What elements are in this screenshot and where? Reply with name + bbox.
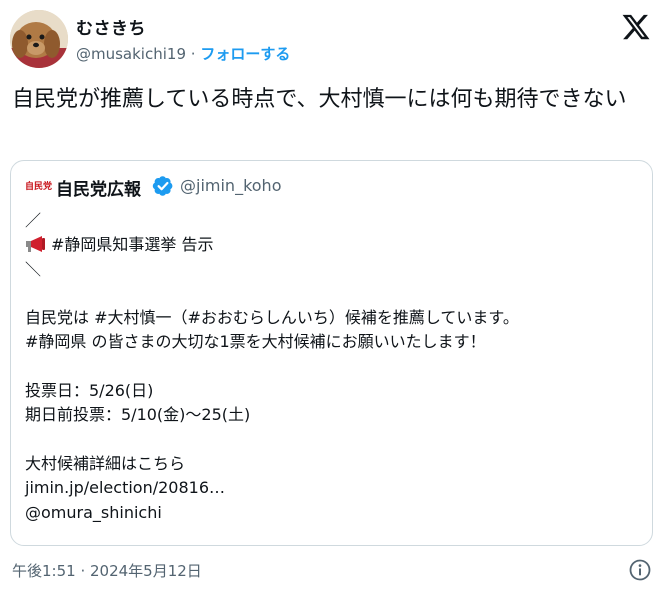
verified-badge-icon	[152, 176, 173, 196]
quote-line-early-voting: 期日前投票：5/10(金)〜25(土)	[25, 405, 251, 425]
quote-line: ＼	[25, 259, 42, 279]
quote-line-voting-day: 投票日：5/26(日)	[25, 381, 154, 401]
quote-line: 大村候補詳細はこちら	[25, 453, 186, 473]
avatar-dog-image	[10, 10, 68, 68]
separator-dot: ·	[190, 45, 196, 63]
quoted-tweet-card[interactable]: 自民党 自民党広報 @jimin_koho ／ #静岡県知事選挙 告示 ＼ 自民…	[10, 160, 653, 546]
avatar[interactable]	[10, 10, 68, 68]
author-handle[interactable]: @musakichi19	[76, 45, 186, 63]
author-handle-row: @musakichi19 · フォローする	[76, 43, 290, 64]
quoted-tweet-body: ／ #静岡県知事選挙 告示 ＼ 自民党は #大村慎一（#おおむらしんいち）候補を…	[25, 209, 635, 525]
quote-blank-line	[25, 355, 635, 379]
author-display-name[interactable]: むさきち	[76, 14, 146, 39]
quote-line: #静岡県 の皆さまの大切な1票を大村候補にお願いいたします！	[25, 332, 486, 352]
quote-line: 自民党は #大村慎一（#おおむらしんいち）候補を推薦しています。	[25, 308, 519, 328]
quote-blank-line	[25, 282, 635, 306]
quoted-author-logo[interactable]: 自民党	[25, 181, 52, 194]
quote-link[interactable]: jimin.jp/election/20816…	[25, 476, 635, 500]
follow-button[interactable]: フォローする	[200, 45, 290, 63]
quote-blank-line	[25, 428, 635, 452]
x-logo-icon[interactable]	[621, 12, 651, 42]
quote-line: ／	[25, 211, 42, 230]
tweet-timestamp[interactable]: 午後1:51 · 2024年5月12日	[12, 560, 202, 581]
tweet-text: 自民党が推薦している時点で、大村慎一には何も期待できない	[12, 87, 627, 112]
quoted-author-handle[interactable]: @jimin_koho	[180, 176, 281, 195]
quote-hashtag-line[interactable]: #静岡県知事選挙 告示	[51, 235, 214, 254]
quote-line-announcement: #静岡県知事選挙 告示	[25, 233, 635, 257]
megaphone-icon	[26, 236, 45, 253]
quoted-author-display-name[interactable]: 自民党広報	[56, 175, 141, 200]
quote-mention[interactable]: @omura_shinichi	[25, 501, 635, 525]
tweet-header: むさきち @musakichi19 · フォローする	[10, 10, 655, 70]
info-icon[interactable]	[628, 558, 652, 582]
